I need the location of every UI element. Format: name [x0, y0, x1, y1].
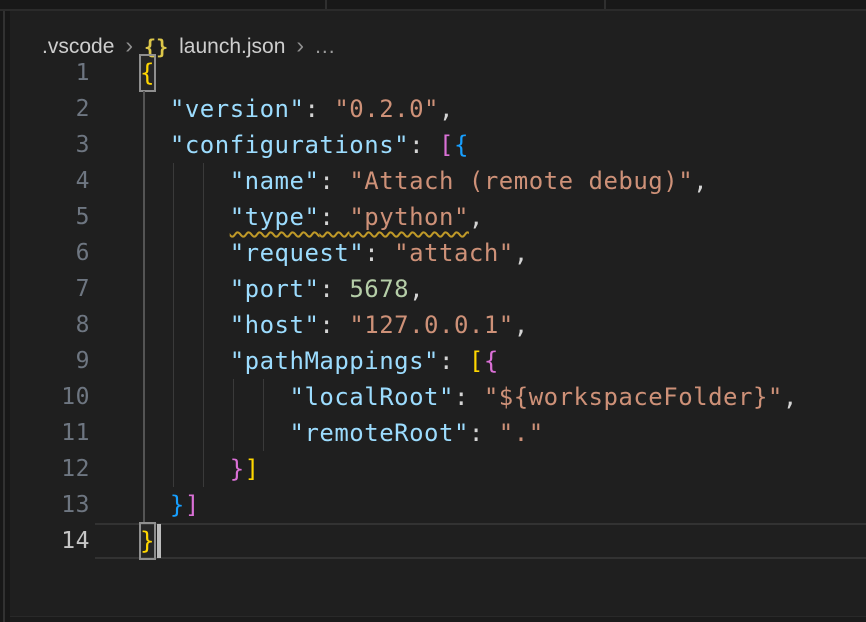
- code-text[interactable]: "port": 5678,: [140, 271, 424, 307]
- line-number[interactable]: 8: [10, 307, 90, 343]
- code-line[interactable]: 4 "name": "Attach (remote debug)",: [10, 163, 866, 199]
- line-number[interactable]: 1: [10, 55, 90, 91]
- line-number[interactable]: 7: [10, 271, 90, 307]
- token: :: [454, 383, 484, 411]
- token: ".": [499, 419, 544, 447]
- token: {: [484, 347, 499, 375]
- code-line[interactable]: 10 "localRoot": "${workspaceFolder}",: [10, 379, 866, 415]
- code-text[interactable]: }]: [140, 487, 200, 523]
- line-number[interactable]: 3: [10, 127, 90, 163]
- token: "localRoot": [290, 383, 454, 411]
- code-text[interactable]: "remoteRoot": ".": [140, 415, 544, 451]
- token: ,: [514, 239, 529, 267]
- token: "pathMappings": [230, 347, 439, 375]
- token: :: [409, 131, 439, 159]
- left-window-edge: [0, 11, 10, 622]
- line-number[interactable]: 12: [10, 451, 90, 487]
- token: ,: [514, 311, 529, 339]
- token: "type": [230, 203, 320, 231]
- token: :: [319, 167, 349, 195]
- token: 5678: [349, 275, 409, 303]
- token: "configurations": [170, 131, 409, 159]
- token: ,: [469, 203, 484, 231]
- token: "remoteRoot": [290, 419, 469, 447]
- line-number[interactable]: 5: [10, 199, 90, 235]
- code-line[interactable]: 11 "remoteRoot": ".": [10, 415, 866, 451]
- current-line-highlight: [95, 523, 866, 525]
- token: "request": [230, 239, 365, 267]
- code-line[interactable]: 1{: [10, 55, 866, 91]
- line-number[interactable]: 9: [10, 343, 90, 379]
- code-line[interactable]: 5 "type": "python",: [10, 199, 866, 235]
- token: ,: [693, 167, 708, 195]
- token: "python": [349, 203, 469, 231]
- token: ]: [185, 491, 200, 519]
- token: "name": [230, 167, 320, 195]
- code-line[interactable]: 6 "request": "attach",: [10, 235, 866, 271]
- token: }: [230, 455, 245, 483]
- warning-squiggle: "type": "python": [230, 203, 469, 231]
- code-text[interactable]: }]: [140, 451, 260, 487]
- token: "port": [230, 275, 320, 303]
- token: "attach": [394, 239, 514, 267]
- code-text[interactable]: }: [140, 523, 155, 559]
- token: :: [364, 239, 394, 267]
- code-line[interactable]: 14}: [10, 523, 866, 559]
- token: ,: [409, 275, 424, 303]
- token: :: [319, 275, 349, 303]
- code-text[interactable]: "host": "127.0.0.1",: [140, 307, 529, 343]
- matched-bracket: {: [140, 55, 155, 91]
- code-text[interactable]: "localRoot": "${workspaceFolder}",: [140, 379, 798, 415]
- token: :: [439, 347, 469, 375]
- token: ,: [783, 383, 798, 411]
- token: :: [469, 419, 499, 447]
- code-line[interactable]: 8 "host": "127.0.0.1",: [10, 307, 866, 343]
- token: :: [319, 203, 349, 231]
- token: "${workspaceFolder}": [484, 383, 783, 411]
- editor[interactable]: .vscode›{}launch.json›... 1{2 "version":…: [10, 11, 866, 622]
- code-text[interactable]: "configurations": [{: [140, 127, 469, 163]
- line-number[interactable]: 11: [10, 415, 90, 451]
- code-line[interactable]: 12 }]: [10, 451, 866, 487]
- code-line[interactable]: 2 "version": "0.2.0",: [10, 91, 866, 127]
- code-text[interactable]: "type": "python",: [140, 199, 484, 235]
- text-cursor: [157, 524, 161, 558]
- tab-divider: [325, 0, 327, 9]
- code-line[interactable]: 3 "configurations": [{: [10, 127, 866, 163]
- token: "host": [230, 311, 320, 339]
- token: {: [454, 131, 469, 159]
- code-text[interactable]: "name": "Attach (remote debug)",: [140, 163, 708, 199]
- token: "Attach (remote debug)": [349, 167, 693, 195]
- code-text[interactable]: {: [140, 55, 155, 91]
- token: "127.0.0.1": [349, 311, 513, 339]
- token: ,: [439, 95, 454, 123]
- code-text[interactable]: "version": "0.2.0",: [140, 91, 454, 127]
- code-text[interactable]: "request": "attach",: [140, 235, 529, 271]
- line-number[interactable]: 13: [10, 487, 90, 523]
- sash[interactable]: [3, 11, 5, 622]
- tab-divider: [604, 0, 606, 9]
- line-number[interactable]: 6: [10, 235, 90, 271]
- line-number[interactable]: 4: [10, 163, 90, 199]
- code-line[interactable]: 9 "pathMappings": [{: [10, 343, 866, 379]
- token: "version": [170, 95, 305, 123]
- code-text[interactable]: "pathMappings": [{: [140, 343, 499, 379]
- current-line-highlight: [95, 557, 866, 559]
- token: [: [439, 131, 454, 159]
- token: "0.2.0": [334, 95, 439, 123]
- code-line[interactable]: 7 "port": 5678,: [10, 271, 866, 307]
- line-number[interactable]: 2: [10, 91, 90, 127]
- token: :: [319, 311, 349, 339]
- tab-bar[interactable]: [0, 0, 866, 11]
- token: [: [469, 347, 484, 375]
- matched-bracket: }: [140, 523, 155, 559]
- line-number[interactable]: 10: [10, 379, 90, 415]
- editor-bottom-edge: [10, 616, 866, 622]
- token: :: [304, 95, 334, 123]
- token: }: [170, 491, 185, 519]
- code-line[interactable]: 13 }]: [10, 487, 866, 523]
- token: ]: [245, 455, 260, 483]
- line-number[interactable]: 14: [10, 523, 90, 559]
